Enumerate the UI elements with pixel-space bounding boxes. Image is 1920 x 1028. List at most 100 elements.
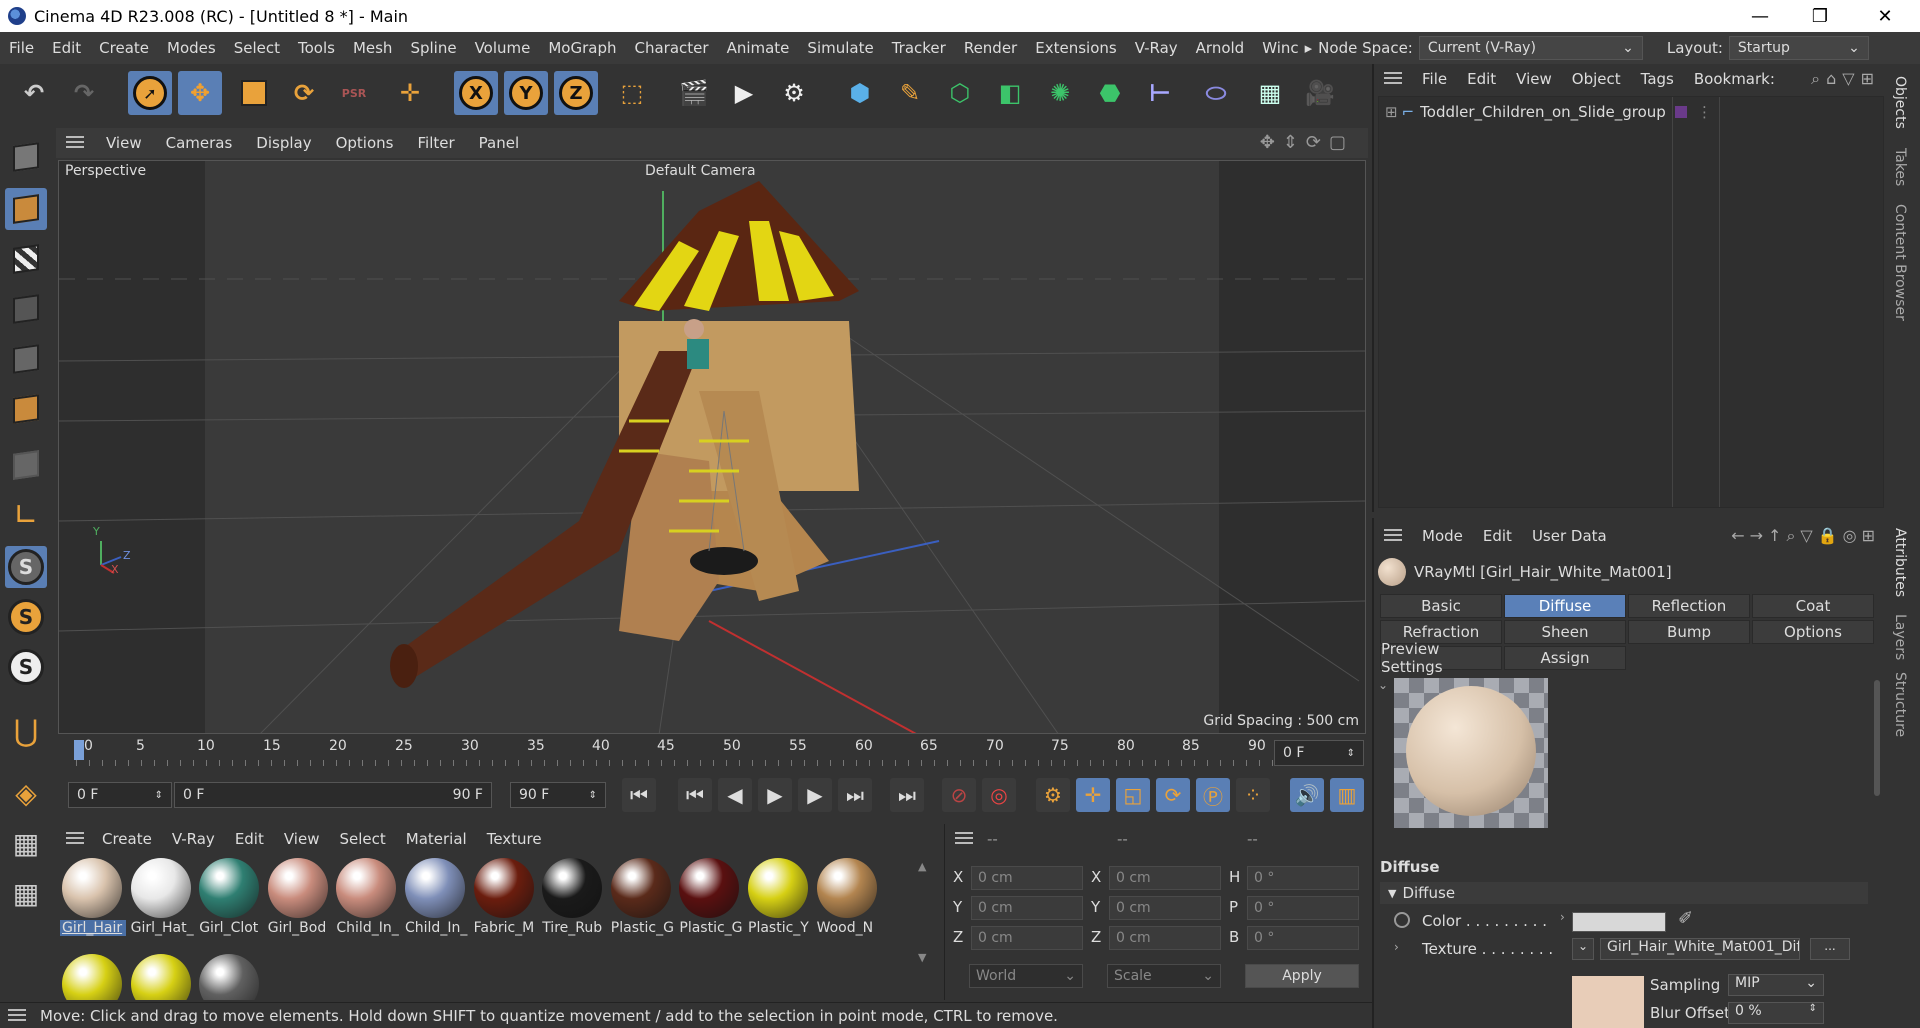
material-swatch[interactable]: Child_In_ [334, 858, 400, 936]
tab-preview-settings[interactable]: Preview Settings [1380, 640, 1502, 676]
menu-animate[interactable]: Animate [718, 39, 799, 57]
menu-simulate[interactable]: Simulate [798, 39, 882, 57]
material-scrollbar[interactable]: ▲ ▼ [918, 860, 932, 980]
diffuse-group-header[interactable]: ▼ Diffuse [1380, 882, 1868, 904]
tab-basic[interactable]: Basic [1380, 594, 1502, 618]
viewport-menu-hamburger-icon[interactable] [56, 134, 94, 152]
coord-pos-z-field[interactable]: 0 cm [971, 926, 1083, 950]
menu-overflow-arrow[interactable]: ▸ [1301, 39, 1317, 57]
material-menu-select[interactable]: Select [329, 830, 395, 848]
playhead-marker[interactable] [74, 740, 84, 760]
coords-hamburger-icon[interactable] [955, 832, 973, 847]
menu-character[interactable]: Character [626, 39, 718, 57]
attr-menu-user-data[interactable]: User Data [1522, 527, 1617, 545]
material-swatch[interactable]: Child_In_ [403, 858, 469, 936]
eyedropper-icon[interactable]: ✐ [1678, 908, 1693, 929]
object-menu-object[interactable]: Object [1562, 70, 1631, 88]
menu-spline[interactable]: Spline [401, 39, 465, 57]
material-menu-material[interactable]: Material [396, 830, 477, 848]
texture-more-button[interactable]: ... [1810, 938, 1850, 960]
object-search-filter-icons[interactable]: ⌕⌂▽⊞ [1811, 69, 1880, 89]
snap-s-icon[interactable]: S [5, 546, 47, 588]
key-position-icon[interactable]: ✛ [1076, 778, 1110, 812]
menu-arnold[interactable]: Arnold [1187, 39, 1254, 57]
material-swatch[interactable]: Tire_Rub [540, 858, 606, 936]
timeline-window-icon[interactable]: ▥ [1330, 778, 1364, 812]
world-dropdown[interactable]: World ⌄ [969, 964, 1083, 988]
attr-scrollbar[interactable] [1874, 680, 1880, 796]
minimize-button[interactable]: — [1730, 0, 1790, 32]
side-tab-attributes[interactable]: Attributes [1892, 528, 1908, 597]
timeline-ruler[interactable]: 0 5 10 15 20 25 30 35 40 45 50 55 60 65 … [56, 736, 1368, 770]
color-swatch[interactable] [1572, 912, 1666, 932]
next-key-icon[interactable]: ⏭ [838, 778, 872, 812]
material-swatch[interactable]: Plastic_Y [746, 858, 812, 936]
menu-volume[interactable]: Volume [466, 39, 540, 57]
material-swatch[interactable] [60, 954, 126, 1000]
psr-button[interactable]: PSR [332, 71, 376, 115]
coord-rot-b-field[interactable]: 0 ° [1247, 926, 1359, 950]
maximize-button[interactable]: ❐ [1790, 0, 1850, 32]
apply-button[interactable]: Apply [1245, 964, 1359, 988]
tab-bump[interactable]: Bump [1628, 620, 1750, 644]
3d-viewport[interactable]: Perspective Default Camera Grid Spacing … [58, 160, 1366, 734]
camera-label[interactable]: Default Camera [641, 163, 760, 179]
coord-size-z-field[interactable]: 0 cm [1109, 926, 1221, 950]
z-axis-lock-button[interactable]: Z [554, 71, 598, 115]
coord-rot-h-field[interactable]: 0 ° [1247, 866, 1359, 890]
menu-render[interactable]: Render [955, 39, 1026, 57]
viewport-menu-panel[interactable]: Panel [467, 134, 531, 152]
material-swatch[interactable] [129, 954, 195, 1000]
snap-settings-icon[interactable]: S [5, 596, 47, 638]
keyframe-selection-icon[interactable]: ⚙ [1036, 778, 1070, 812]
material-swatch[interactable]: Girl_Hat_ [129, 858, 195, 936]
texture-field[interactable]: Girl_Hair_White_Mat001_Dif [1600, 938, 1800, 960]
tab-options[interactable]: Options [1752, 620, 1874, 644]
menu-modes[interactable]: Modes [158, 39, 225, 57]
attr-menu-hamburger-icon[interactable] [1374, 527, 1412, 545]
material-menu-view[interactable]: View [274, 830, 330, 848]
tab-diffuse[interactable]: Diffuse [1504, 594, 1626, 618]
object-menu-edit[interactable]: Edit [1457, 70, 1506, 88]
deformer-icon[interactable]: ⊢ [1138, 71, 1182, 115]
current-frame-field[interactable]: 0 F ⇕ [1274, 740, 1364, 766]
transform-tool-button[interactable]: ✛ [388, 71, 432, 115]
color-animate-icon[interactable] [1394, 912, 1410, 928]
menu-file[interactable]: File [0, 39, 43, 57]
undo-icon[interactable]: ↶ [12, 71, 56, 115]
model-mode-icon[interactable] [5, 188, 47, 230]
next-frame-icon[interactable]: ▶ [798, 778, 832, 812]
coordinate-system-icon[interactable]: ⬚ [610, 71, 654, 115]
object-menu-view[interactable]: View [1506, 70, 1562, 88]
menu-extensions[interactable]: Extensions [1026, 39, 1125, 57]
record-keys-icon[interactable]: ⊘ [942, 778, 976, 812]
attr-menu-mode[interactable]: Mode [1412, 527, 1473, 545]
start-frame-field[interactable]: 0 F ⇕ [68, 782, 172, 808]
viewport-nav-icons[interactable]: ✥⇕⟳▢ [1260, 132, 1354, 153]
subdivision-icon[interactable]: ⬡ [938, 71, 982, 115]
coord-pos-y-field[interactable]: 0 cm [971, 896, 1083, 920]
frame-range-slider[interactable]: 0 F 90 F [174, 782, 492, 808]
redo-icon[interactable]: ↷ [62, 71, 106, 115]
material-swatch[interactable]: Fabric_M [472, 858, 538, 936]
viewport-menu-view[interactable]: View [94, 134, 154, 152]
material-menu-texture[interactable]: Texture [477, 830, 552, 848]
object-menu-hamburger-icon[interactable] [1374, 70, 1412, 88]
blur-offset-field[interactable]: 0 % ⇕ [1728, 1002, 1824, 1024]
texture-mode-icon[interactable] [5, 238, 47, 280]
viewport-menu-cameras[interactable]: Cameras [154, 134, 245, 152]
layer-color-swatch[interactable] [1675, 106, 1687, 118]
material-swatch[interactable] [197, 954, 263, 1000]
scale-dropdown[interactable]: Scale ⌄ [1107, 964, 1221, 988]
close-button[interactable]: ✕ [1855, 0, 1915, 32]
x-axis-lock-button[interactable]: X [454, 71, 498, 115]
material-menu-vray[interactable]: V-Ray [162, 830, 225, 848]
play-icon[interactable]: ▶ [758, 778, 792, 812]
polygons-mode-icon[interactable] [5, 388, 47, 430]
menu-vray[interactable]: V-Ray [1126, 39, 1187, 57]
cube-object-icon[interactable]: ⬢ [838, 71, 882, 115]
object-row[interactable]: ⊞ ⌐ Toddler_Children_on_Slide_group ⋮ [1379, 101, 1885, 123]
floor-icon[interactable]: ▦ [1248, 71, 1292, 115]
side-tab-layers[interactable]: Layers [1892, 614, 1908, 660]
render-picture-viewer-icon[interactable]: ▶ [722, 71, 766, 115]
